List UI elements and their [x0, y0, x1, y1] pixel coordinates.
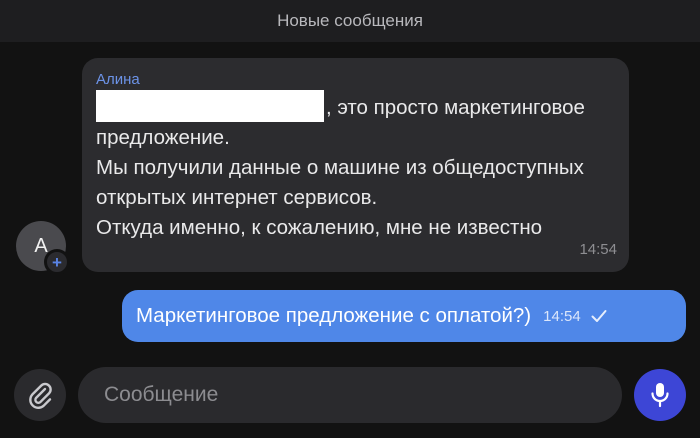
redacted-text-block: [96, 90, 324, 122]
plus-icon[interactable]: +: [44, 249, 70, 275]
check-icon: [591, 310, 607, 322]
incoming-message[interactable]: Алина , это просто маркетинговое предлож…: [82, 58, 629, 272]
outgoing-timestamp: 14:54: [543, 307, 581, 325]
attach-button[interactable]: [14, 369, 66, 421]
outgoing-message[interactable]: Маркетинговое предложение с оплатой?) 14…: [122, 290, 686, 342]
new-messages-label: Новые сообщения: [277, 11, 423, 30]
microphone-button[interactable]: [634, 369, 686, 421]
message-input[interactable]: [102, 382, 598, 408]
microphone-icon: [651, 383, 669, 408]
new-messages-banner: Новые сообщения: [0, 0, 700, 42]
outgoing-message-text: Маркетинговое предложение с оплатой?): [136, 304, 532, 327]
message-input-container[interactable]: [78, 367, 622, 423]
incoming-message-text: , это просто маркетинговое предложение. …: [96, 90, 615, 243]
paperclip-icon: [29, 382, 52, 409]
incoming-timestamp: 14:54: [579, 241, 617, 258]
sender-name[interactable]: Алина: [96, 70, 615, 90]
